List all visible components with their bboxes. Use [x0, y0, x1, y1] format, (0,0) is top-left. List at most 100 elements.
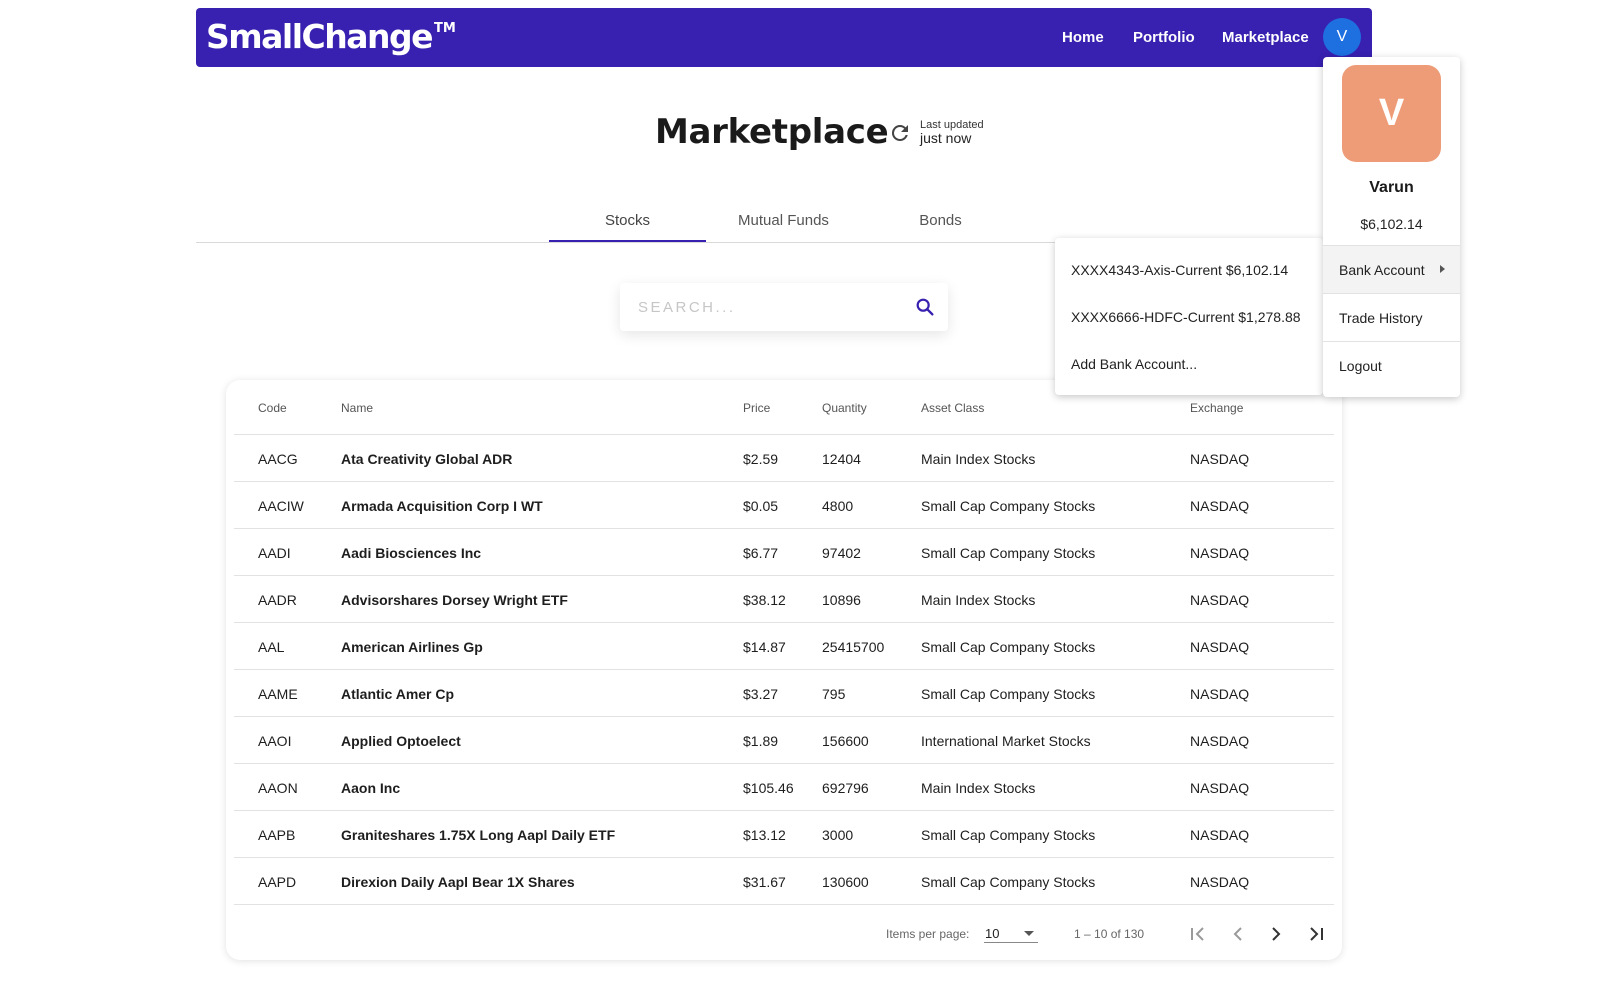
cell-code: AAPD [258, 874, 297, 890]
cell-exchange: NASDAQ [1190, 639, 1250, 655]
cell-price: $6.77 [743, 545, 779, 561]
cell-code: AAME [258, 686, 298, 702]
cell-name: Applied Optoelect [341, 733, 461, 749]
cell-asset-class: Small Cap Company Stocks [921, 827, 1096, 843]
column-header-asset-class[interactable]: Asset Class [921, 401, 984, 415]
column-header-quantity[interactable]: Quantity [822, 401, 867, 415]
table-row[interactable]: AAOI Applied Optoelect $1.89 156600 Internat… [234, 717, 1334, 764]
last-page-icon[interactable] [1304, 922, 1328, 946]
cell-asset-class: Main Index Stocks [921, 592, 1036, 608]
cell-code: AADI [258, 545, 291, 561]
cell-exchange: NASDAQ [1190, 498, 1250, 514]
cell-asset-class: Small Cap Company Stocks [921, 686, 1096, 702]
cell-price: $105.46 [743, 780, 794, 796]
next-page-icon[interactable] [1264, 922, 1288, 946]
bank-account-label: XXXX4343-Axis-Current $6,102.14 [1071, 262, 1289, 278]
cell-price: $14.87 [743, 639, 786, 655]
last-updated-value: just now [920, 130, 972, 146]
table-row[interactable]: AAL American Airlines Gp $14.87 25415700 Sma… [234, 623, 1334, 670]
items-per-page-label: Items per page: [886, 927, 970, 941]
cell-code: AADR [258, 592, 297, 608]
first-page-icon[interactable] [1186, 922, 1210, 946]
menu-item-label: Bank Account [1339, 262, 1425, 278]
cell-code: AAPB [258, 827, 296, 843]
active-tab-indicator [549, 240, 706, 242]
cell-quantity: 12404 [822, 451, 861, 467]
cell-quantity: 25415700 [822, 639, 885, 655]
cell-name: Aaon Inc [341, 780, 401, 796]
cell-exchange: NASDAQ [1190, 686, 1250, 702]
cell-code: AACIW [258, 498, 304, 514]
table-row[interactable]: AADR Advisorshares Dorsey Wright ETF $38.1… [234, 576, 1334, 623]
profile-avatar: V [1342, 65, 1441, 162]
cell-name: Atlantic Amer Cp [341, 686, 455, 702]
cell-price: $38.12 [743, 592, 786, 608]
table-row[interactable]: AAME Atlantic Amer Cp $3.27 795 Small Cap Co… [234, 670, 1334, 717]
items-per-page-select[interactable]: 10 [984, 921, 1038, 943]
menu-item-trade-history[interactable]: Trade History [1323, 293, 1460, 341]
cell-quantity: 156600 [822, 733, 869, 749]
cell-name: Graniteshares 1.75X Long Aapl Daily ETF [341, 827, 616, 843]
menu-item-label: Logout [1339, 358, 1382, 374]
cell-exchange: NASDAQ [1190, 592, 1250, 608]
table-row[interactable]: AAPD Direxion Daily Aapl Bear 1X Shares $3… [234, 858, 1334, 905]
refresh-icon[interactable] [888, 121, 912, 145]
table-row[interactable]: AACG Ata Creativity Global ADR $2.59 12404 M… [234, 435, 1334, 482]
column-header-code[interactable]: Code [258, 401, 287, 415]
tab-mutual-funds[interactable]: Mutual Funds [705, 212, 862, 229]
bank-account-label: XXXX6666-HDFC-Current $1,278.88 [1071, 309, 1301, 325]
bank-account-axis[interactable]: XXXX4343-Axis-Current $6,102.14 [1055, 238, 1323, 285]
user-avatar-button[interactable]: V [1323, 18, 1361, 56]
nav-marketplace-link[interactable]: Marketplace [1222, 29, 1309, 46]
cell-code: AAOI [258, 733, 292, 749]
column-header-name[interactable]: Name [341, 401, 373, 415]
dropdown-caret-icon [1024, 931, 1034, 936]
table-row[interactable]: AAPB Graniteshares 1.75X Long Aapl Daily … [234, 811, 1334, 858]
tab-bonds[interactable]: Bonds [862, 212, 1019, 229]
items-per-page-value: 10 [985, 926, 1000, 941]
cell-price: $1.89 [743, 733, 779, 749]
cell-name: Armada Acquisition Corp I WT [341, 498, 543, 514]
caret-right-icon [1440, 265, 1445, 273]
table-row[interactable]: AAON Aaon Inc $105.46 692796 Main Index Stoc… [234, 764, 1334, 811]
brand-logo[interactable]: SmallChange TM [206, 17, 456, 56]
nav-portfolio-link[interactable]: Portfolio [1133, 29, 1195, 46]
cell-asset-class: International Market Stocks [921, 733, 1091, 749]
table-row[interactable]: AADI Aadi Biosciences Inc $6.77 97402 Small … [234, 529, 1334, 576]
add-bank-account[interactable]: Add Bank Account... [1055, 332, 1323, 379]
cell-asset-class: Small Cap Company Stocks [921, 498, 1096, 514]
column-header-price[interactable]: Price [743, 401, 770, 415]
cell-price: $3.27 [743, 686, 779, 702]
page-title: Marketplace [655, 112, 889, 152]
cell-quantity: 692796 [822, 780, 869, 796]
brand-name: SmallChange [206, 17, 434, 56]
menu-item-bank-account[interactable]: Bank Account [1323, 245, 1460, 293]
search-icon[interactable] [914, 296, 936, 318]
cell-price: $2.59 [743, 451, 779, 467]
previous-page-icon[interactable] [1226, 922, 1250, 946]
cell-asset-class: Main Index Stocks [921, 451, 1036, 467]
cell-quantity: 795 [822, 686, 846, 702]
menu-item-label: Trade History [1339, 310, 1423, 326]
cell-price: $0.05 [743, 498, 779, 514]
bank-account-hdfc[interactable]: XXXX6666-HDFC-Current $1,278.88 [1055, 285, 1323, 332]
profile-menu: V Varun $6,102.14 Bank Account Trade His… [1323, 57, 1460, 397]
tab-stocks[interactable]: Stocks [549, 212, 706, 229]
cell-code: AAON [258, 780, 298, 796]
cell-asset-class: Small Cap Company Stocks [921, 639, 1096, 655]
cell-exchange: NASDAQ [1190, 451, 1250, 467]
cell-price: $31.67 [743, 874, 786, 890]
menu-item-logout[interactable]: Logout [1323, 341, 1460, 389]
cell-quantity: 97402 [822, 545, 861, 561]
bank-account-submenu: XXXX4343-Axis-Current $6,102.14 XXXX6666… [1055, 238, 1323, 395]
cell-quantity: 130600 [822, 874, 869, 890]
cell-asset-class: Small Cap Company Stocks [921, 545, 1096, 561]
column-header-exchange[interactable]: Exchange [1190, 401, 1243, 415]
cell-quantity: 10896 [822, 592, 861, 608]
table-row[interactable]: AACIW Armada Acquisition Corp I WT $0.05 48… [234, 482, 1334, 529]
cell-price: $13.12 [743, 827, 786, 843]
cell-name: Direxion Daily Aapl Bear 1X Shares [341, 874, 575, 890]
nav-home-link[interactable]: Home [1062, 29, 1104, 46]
brand-trademark: TM [434, 21, 456, 36]
search-input[interactable] [638, 296, 898, 318]
